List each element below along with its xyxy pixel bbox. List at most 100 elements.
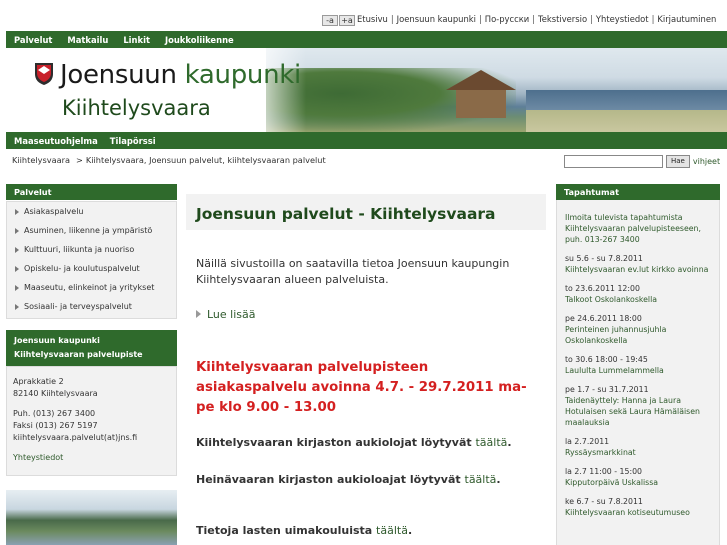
event-title[interactable]: Taidenäyttely: Hanna ja Laura Hotulaisen… xyxy=(565,395,719,428)
event-date: la 2.7 11:00 - 15:00 xyxy=(565,467,643,476)
event-item[interactable]: su 5.6 - su 7.8.2011 Kiihtelysvaaran ev.l… xyxy=(565,253,719,275)
event-item[interactable]: ke 6.7 - su 7.8.2011 Kiihtelysvaaran koti… xyxy=(565,496,719,518)
swimming-school-link[interactable]: täältä xyxy=(376,524,408,537)
utility-bar: -a +a Etusivu | Joensuun kaupunki | По-рус… xyxy=(0,0,727,30)
event-title[interactable]: Kipputorpäivä Uskalissa xyxy=(565,477,719,488)
event-date: pe 1.7 - su 31.7.2011 xyxy=(565,385,649,394)
swimming-school-paragraph: Tietoja lasten uimakouluista täältä. xyxy=(196,524,412,537)
main-nav: Palvelut Matkailu Linkit Joukkoliikenne xyxy=(6,31,727,48)
intro-text: Näillä sivustoilla on saatavilla tietoa … xyxy=(196,257,510,286)
event-item[interactable]: la 2.7 11:00 - 15:00 Kipputorpäivä Uskali… xyxy=(565,466,719,488)
nav-item-matkailu[interactable]: Matkailu xyxy=(67,35,108,45)
sub-nav: Maaseutuohjelma Tilapörssi xyxy=(6,132,727,149)
event-item[interactable]: pe 24.6.2011 18:00 Perinteinen juhannusju… xyxy=(565,313,719,346)
link-yhteystiedot[interactable]: Yhteystiedot xyxy=(596,14,649,24)
separator: | xyxy=(390,14,394,24)
subnav-item-maaseutuohjelma[interactable]: Maaseutuohjelma xyxy=(14,136,98,146)
office-heading-line2: Kiihtelysvaaran palvelupiste xyxy=(14,350,143,359)
events-intro-text[interactable]: Ilmoita tulevista tapahtumista Kiihtelys… xyxy=(565,213,701,244)
font-smaller-button[interactable]: -a xyxy=(322,15,338,26)
services-item-label: Maaseutu, elinkeinot ja yritykset xyxy=(24,283,155,292)
site-logo-title[interactable]: Joensuun kaupunki xyxy=(60,60,301,90)
event-item[interactable]: to 23.6.2011 12:00 Talkoot Oskolankoskell… xyxy=(565,283,719,305)
nav-item-joukkoliikenne[interactable]: Joukkoliikenne xyxy=(165,35,234,45)
link-russian[interactable]: По-русски xyxy=(485,14,529,24)
fax-number: Faksi (013) 267 5197 xyxy=(13,421,98,430)
services-item-sosiaali[interactable]: Sosiaali- ja terveyspalvelut xyxy=(7,297,176,316)
event-item[interactable]: la 2.7.2011 Ryssäysmarkkinat xyxy=(565,436,719,458)
breadcrumb: Kiihtelysvaara > Kiihtelysvaara, Joensuun … xyxy=(12,155,326,165)
separator: | xyxy=(651,14,655,24)
link-etusivu[interactable]: Etusivu xyxy=(357,14,388,24)
events-list: Ilmoita tulevista tapahtumista Kiihtelys… xyxy=(556,200,720,545)
office-heading-line1: Joensuun kaupunki xyxy=(14,336,100,345)
library-hours-link[interactable]: täältä xyxy=(475,436,507,449)
subnav-item-tilaporssi[interactable]: Tilapörssi xyxy=(110,136,156,146)
period: . xyxy=(496,473,501,486)
contacts-link[interactable]: Yhteystiedot xyxy=(13,452,176,464)
site-logo-subtitle: Kiihtelysvaara xyxy=(62,96,211,120)
opening-hours-notice: Kiihtelysvaaran palvelupisteen asiakaspa… xyxy=(196,360,527,415)
bullet-arrow-icon xyxy=(15,284,19,291)
event-date: to 23.6.2011 12:00 xyxy=(565,284,640,293)
search-input[interactable] xyxy=(564,155,663,168)
coat-of-arms-icon[interactable] xyxy=(34,62,54,86)
event-date: pe 24.6.2011 18:00 xyxy=(565,314,642,323)
separator: | xyxy=(478,14,482,24)
link-kirjautuminen[interactable]: Kirjautuminen xyxy=(657,14,716,24)
event-date: la 2.7.2011 xyxy=(565,437,610,446)
search-button[interactable]: Hae xyxy=(666,155,690,168)
font-larger-button[interactable]: +a xyxy=(339,15,355,26)
banner-shore xyxy=(526,110,727,132)
event-date: ke 6.7 - su 7.8.2011 xyxy=(565,497,643,506)
heinavaara-hours-link[interactable]: täältä xyxy=(465,473,497,486)
period: . xyxy=(507,436,512,449)
library-hours-text: Kiihtelysvaaran kirjaston aukiolojat löy… xyxy=(196,436,472,449)
separator: | xyxy=(590,14,593,24)
swimming-school-text: Tietoja lasten uimakouluista xyxy=(196,524,373,537)
email-address: kiihtelysvaara.palvelut(at)jns.fi xyxy=(13,433,138,442)
event-title[interactable]: Laululta Lummelammella xyxy=(565,365,719,376)
font-size-controls: -a +a xyxy=(322,15,355,26)
event-item[interactable]: pe 1.7 - su 31.7.2011 Taidenäyttely: Hann… xyxy=(565,384,719,428)
events-heading: Tapahtumat xyxy=(556,184,720,200)
event-title[interactable]: Talkoot Oskolankoskella xyxy=(565,294,719,305)
event-title[interactable]: Kiihtelysvaaran ev.lut kirkko avoinna xyxy=(565,264,719,275)
content-title-box: Joensuun palvelut - Kiihtelysvaara xyxy=(186,194,546,230)
nav-item-palvelut[interactable]: Palvelut xyxy=(14,35,52,45)
event-title[interactable]: Kiihtelysvaaran kotiseutumuseo xyxy=(565,507,719,518)
bullet-arrow-icon xyxy=(15,208,19,215)
event-title[interactable]: Perinteinen juhannusjuhla Oskolankoskell… xyxy=(565,324,719,346)
office-heading: Joensuun kaupunki Kiihtelysvaaran palvel… xyxy=(6,330,177,366)
services-item-asiakaspalvelu[interactable]: Asiakaspalvelu xyxy=(7,202,176,221)
services-item-kulttuuri[interactable]: Kulttuuri, liikunta ja nuoriso xyxy=(7,240,176,259)
link-joensuun-kaupunki[interactable]: Joensuun kaupunki xyxy=(397,14,476,24)
banner-hut-image xyxy=(446,70,516,118)
services-item-maaseutu[interactable]: Maaseutu, elinkeinot ja yritykset xyxy=(7,278,176,297)
bullet-arrow-icon xyxy=(15,246,19,253)
bullet-arrow-icon xyxy=(15,227,19,234)
link-tekstiversio[interactable]: Tekstiversio xyxy=(538,14,587,24)
services-item-label: Sosiaali- ja terveyspalvelut xyxy=(24,302,132,311)
main-content: Joensuun palvelut - Kiihtelysvaara Näill… xyxy=(186,184,546,545)
arrow-right-icon xyxy=(196,310,201,318)
bullet-arrow-icon xyxy=(15,265,19,272)
services-item-asuminen[interactable]: Asuminen, liikenne ja ympäristö xyxy=(7,221,176,240)
read-more-link[interactable]: Lue lisää xyxy=(196,308,256,321)
event-item[interactable]: to 30.6 18:00 - 19:45 Laululta Lummelamme… xyxy=(565,354,719,376)
services-heading: Palvelut xyxy=(6,184,177,200)
heinavaara-hours-paragraph: Heinävaaran kirjaston aukioloajat löytyv… xyxy=(196,473,501,486)
event-title[interactable]: Ryssäysmarkkinat xyxy=(565,447,719,458)
breadcrumb-home[interactable]: Kiihtelysvaara xyxy=(12,155,70,165)
services-item-opiskelu[interactable]: Opiskelu- ja koulutuspalvelut xyxy=(7,259,176,278)
breadcrumb-arrow: > xyxy=(76,155,83,165)
services-item-label: Opiskelu- ja koulutuspalvelut xyxy=(24,264,140,273)
events-intro: Ilmoita tulevista tapahtumista Kiihtelys… xyxy=(565,212,719,245)
services-item-label: Asiakaspalvelu xyxy=(24,207,84,216)
search-tips-link[interactable]: vihjeet xyxy=(693,157,720,166)
period: . xyxy=(407,524,413,537)
nav-item-linkit[interactable]: Linkit xyxy=(123,35,150,45)
banner: Joensuun kaupunki Kiihtelysvaara xyxy=(6,48,727,132)
read-more-label: Lue lisää xyxy=(207,308,256,321)
address-line1: Aprakkatie 2 xyxy=(13,377,64,386)
